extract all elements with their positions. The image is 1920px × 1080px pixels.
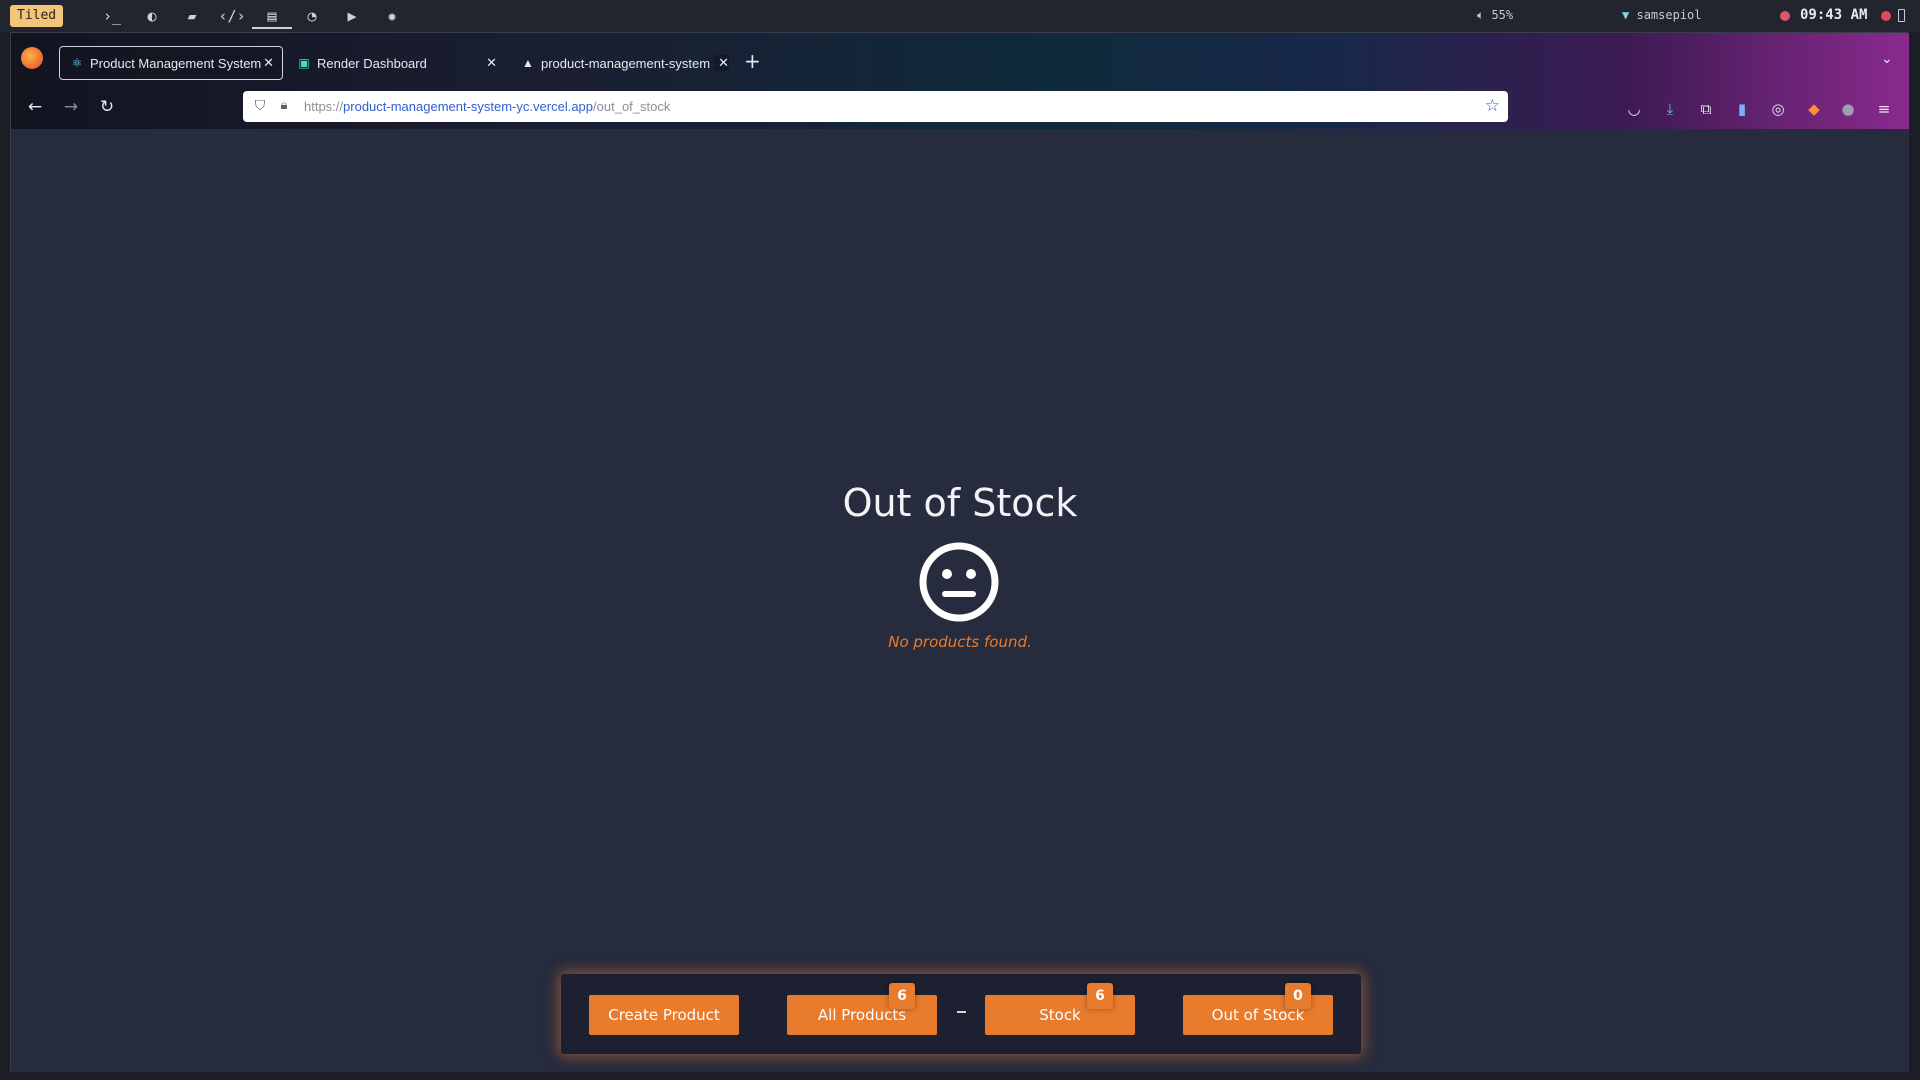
firefox-menu-icon[interactable] (21, 47, 43, 69)
terminal-icon[interactable]: ›_ (92, 7, 132, 25)
youtube-icon[interactable]: ▶ (332, 7, 372, 25)
back-icon[interactable]: ← (23, 95, 47, 119)
layout-indicator[interactable]: Tiled (10, 5, 64, 27)
system-top-bar: Tiled ›_ ◐ ▰ ‹/› ▤ ◔ ▶ ✹ 🔈︎ 55% ▼ samsep… (0, 0, 1920, 32)
count-badge: 0 (1285, 983, 1311, 1009)
notes-icon[interactable]: ▤ (252, 3, 292, 29)
workspace-launcher: ›_ ◐ ▰ ‹/› ▤ ◔ ▶ ✹ (92, 0, 412, 32)
tab-title: product-management-system (541, 55, 711, 71)
tab-render-dashboard[interactable]: ▣ Render Dashboard ✕ (287, 46, 505, 80)
url-scheme: https:// (304, 99, 344, 114)
network-name: samsepiol (1636, 8, 1702, 22)
chat-icon[interactable]: ◔ (292, 7, 332, 25)
bookmark-star-icon[interactable]: ☆ (1485, 96, 1500, 116)
browser-toolbar: ⚛ Product Management System ✕ ▣ Render D… (11, 33, 1909, 129)
tab-product-management-system-vercel[interactable]: ▲ product-management-system ✕ (511, 46, 737, 80)
close-tab-icon[interactable]: ✕ (263, 55, 274, 71)
tab-title: Product Management System (90, 55, 262, 71)
network-indicator[interactable]: ▼ samsepiol (1622, 8, 1702, 22)
new-tab-icon[interactable]: + (744, 49, 761, 73)
render-icon: ▣ (298, 56, 310, 70)
url-path: /out_of_stock (593, 99, 671, 114)
volume-level: 55% (1491, 8, 1514, 22)
create-product-button[interactable]: Create Product (589, 995, 739, 1035)
all-products-button[interactable]: All Products 6 (787, 983, 937, 1035)
battery-icon (1898, 9, 1905, 22)
pocket-icon[interactable]: ◡ (1623, 98, 1645, 120)
bottom-navigation: Create Product All Products 6 Stock 6 Ou… (561, 974, 1361, 1054)
address-bar[interactable]: ⛉ 🔒︎ https://product-management-system-y… (243, 91, 1508, 122)
page-content: Out of Stock No products found. Create P… (11, 129, 1909, 1072)
folder-icon[interactable]: ▰ (172, 7, 212, 25)
stock-button[interactable]: Stock 6 (985, 983, 1135, 1035)
lock-icon[interactable]: 🔒︎ (276, 97, 292, 113)
empty-state-message: No products found. (888, 633, 1032, 651)
vercel-icon: ▲ (522, 56, 534, 70)
button-label: Create Product (608, 1006, 720, 1024)
tab-product-management-system[interactable]: ⚛ Product Management System ✕ (59, 46, 283, 80)
extensions-icon[interactable]: ⧉ (1695, 98, 1717, 120)
fox-addon-icon[interactable]: ◆ (1803, 98, 1825, 120)
url-text[interactable]: https://product-management-system-yc.ver… (304, 99, 670, 114)
wifi-icon: ▼ (1622, 8, 1630, 22)
page-title: Out of Stock (842, 481, 1078, 525)
cookie-icon[interactable]: ◎ (1767, 98, 1789, 120)
tab-title: Render Dashboard (317, 55, 427, 71)
out-of-stock-button[interactable]: Out of Stock 0 (1183, 983, 1333, 1035)
firefox-icon[interactable]: ◐ (132, 7, 172, 25)
tracking-protection-icon[interactable]: ⛉ (251, 97, 269, 114)
react-icon: ⚛ (71, 56, 83, 70)
volume-indicator[interactable]: 🔈︎ 55% (1477, 8, 1513, 23)
count-badge: 6 (889, 983, 915, 1009)
text-cursor (957, 1011, 966, 1013)
clock: 09:43 AM (1800, 7, 1868, 23)
settings-icon[interactable]: ✹ (372, 7, 412, 25)
button-label: Stock (1039, 1006, 1081, 1024)
code-icon[interactable]: ‹/› (212, 7, 252, 25)
forward-icon[interactable]: → (59, 95, 83, 119)
reload-icon[interactable]: ↻ (95, 95, 119, 119)
close-tab-icon[interactable]: ✕ (486, 55, 497, 71)
chevron-down-icon[interactable]: ⌄ (1881, 51, 1893, 67)
url-host: product-management-system-yc.vercel.app (343, 99, 594, 114)
speaker-icon: 🔈︎ (1477, 8, 1485, 22)
reader-sidebar-icon[interactable]: ▮ (1731, 98, 1753, 120)
neutral-face-icon (919, 542, 999, 622)
tray-app-icon[interactable] (1881, 11, 1891, 21)
record-icon[interactable] (1780, 11, 1790, 21)
browser-window: ⚛ Product Management System ✕ ▣ Render D… (10, 32, 1909, 1072)
addon-icon[interactable]: ● (1837, 98, 1859, 120)
close-tab-icon[interactable]: ✕ (714, 55, 729, 71)
count-badge: 6 (1087, 983, 1113, 1009)
menu-icon[interactable]: ≡ (1873, 98, 1895, 120)
download-icon[interactable]: ⤓ (1659, 98, 1681, 120)
